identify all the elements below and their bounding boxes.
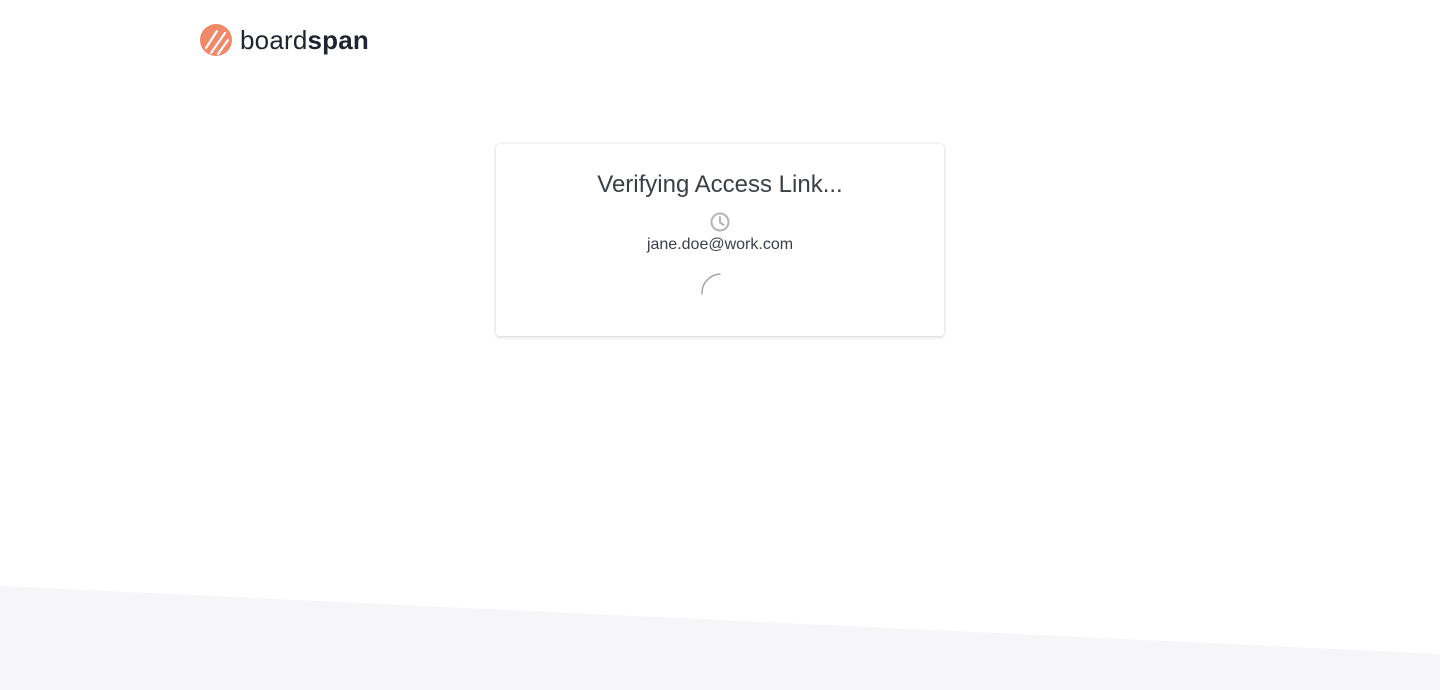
clock-icon	[710, 212, 730, 232]
spinner-icon	[701, 273, 721, 295]
boardspan-logo-icon	[200, 24, 232, 56]
brand-name-bold: span	[307, 25, 369, 55]
brand-name-light: board	[240, 25, 308, 55]
background-slant	[0, 586, 1440, 690]
header: board span	[200, 24, 369, 56]
brand-wordmark: board span	[240, 24, 369, 56]
page: board span Verifying Access Link... jane.…	[0, 0, 1440, 690]
card-title: Verifying Access Link...	[597, 171, 843, 198]
email-address: jane.doe@work.com	[646, 236, 794, 253]
verify-card: Verifying Access Link... jane.doe@work.c…	[496, 144, 944, 336]
